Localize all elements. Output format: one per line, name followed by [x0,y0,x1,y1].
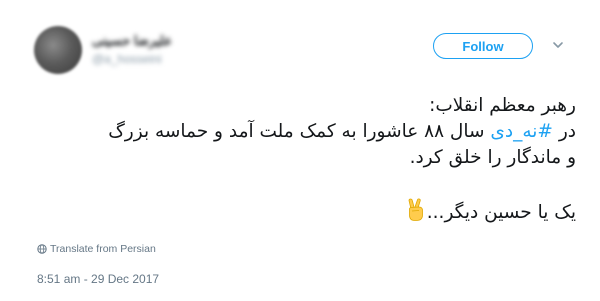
tweet-card: علیرضا حسینی @a_hosseini Follow رهبر معظ… [0,0,600,301]
tweet-line: رهبر معظم انقلاب: [429,95,576,116]
chevron-down-icon[interactable] [551,38,565,52]
tweet-text-segment: سال ۸۸ عاشورا به کمک ملت آمد و حماسه بزر… [108,121,491,142]
avatar[interactable] [34,26,82,74]
tweet-line: و ماندگار را خلق کرد. [409,147,576,168]
tweet-timestamp[interactable]: 8:51 am - 29 Dec 2017 [37,272,159,286]
tweet-text-segment: یک یا حسین دیگر... [426,202,576,223]
hashtag-link[interactable]: #نه_دی [490,121,553,142]
tweet-line: در #نه_دی سال ۸۸ عاشورا به کمک ملت آمد و… [36,119,576,145]
tweet-text-segment: در [552,121,576,142]
translate-link[interactable]: Translate from Persian [37,243,156,255]
translate-label: Translate from Persian [50,243,156,255]
follow-button[interactable]: Follow [433,33,533,59]
victory-hand-icon [408,198,423,221]
tweet-line: یک یا حسین دیگر... [36,198,576,226]
globe-icon [37,244,47,254]
author-display-name[interactable]: علیرضا حسینی [92,33,172,49]
author-handle[interactable]: @a_hosseini [92,52,162,66]
tweet-text: رهبر معظم انقلاب: در #نه_دی سال ۸۸ عاشور… [36,93,576,226]
